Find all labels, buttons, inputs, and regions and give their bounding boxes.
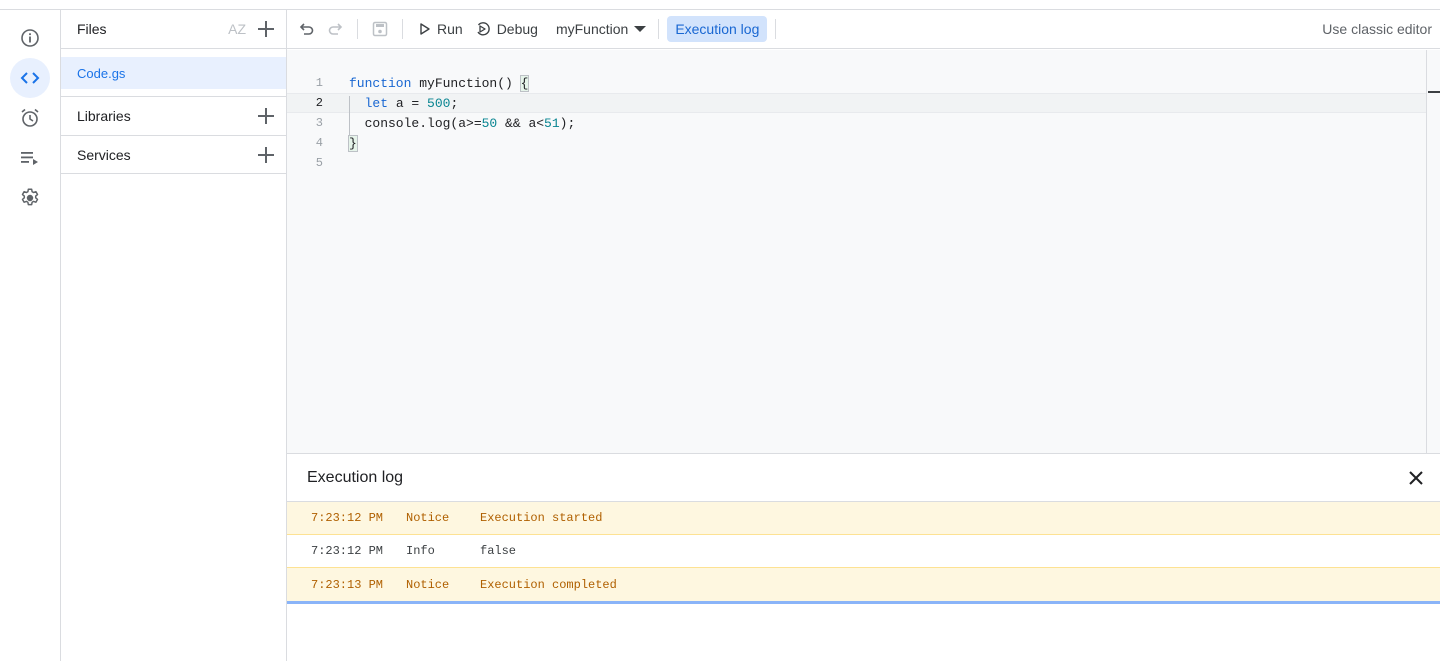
toolbar-divider: [402, 19, 403, 39]
undo-button[interactable]: [295, 17, 319, 41]
run-button[interactable]: Run: [413, 15, 469, 43]
log-row: 7:23:12 PM Info false: [287, 535, 1440, 568]
log-time: 7:23:12 PM: [311, 511, 384, 525]
function-select[interactable]: myFunction: [550, 15, 652, 43]
close-log-button[interactable]: [1406, 468, 1426, 488]
add-service-button[interactable]: [256, 145, 276, 165]
log-progress-bar: [287, 601, 1440, 604]
dropdown-arrow-icon: [634, 26, 647, 32]
code-line: 4 }: [287, 133, 1426, 153]
log-time: 7:23:12 PM: [311, 544, 384, 558]
function-select-value: myFunction: [555, 21, 629, 37]
libraries-label: Libraries: [77, 108, 131, 124]
code-text: function myFunction() {: [349, 74, 530, 92]
log-level: Notice: [406, 577, 450, 592]
debug-icon: [477, 22, 490, 36]
log-message: Execution completed: [480, 577, 617, 592]
add-library-button[interactable]: [256, 106, 276, 126]
line-number: 5: [315, 156, 323, 170]
file-item-code-gs[interactable]: Code.gs: [61, 57, 286, 89]
debug-label: Debug: [496, 21, 538, 37]
code-line: 5: [287, 153, 1426, 173]
execution-log-panel: Execution log 7:23:12 PM Notice Executio…: [287, 453, 1440, 661]
files-header: Files AZ: [61, 10, 286, 49]
toolbar-divider: [357, 19, 358, 39]
toolbar-divider: [775, 19, 777, 39]
code-icon: [20, 72, 40, 84]
execution-log-toggle[interactable]: Execution log: [667, 16, 768, 42]
code-line: 3 console.log(a>=50 && a<51);: [287, 113, 1426, 133]
code-text: }: [348, 134, 358, 152]
code-line-current: 2 let a = 500;: [287, 93, 1426, 113]
rail-settings-button[interactable]: [10, 178, 50, 218]
code-editor[interactable]: 1 function myFunction() { 2 let a = 500;…: [287, 50, 1426, 453]
files-panel: Files AZ Code.gs Libraries Services: [61, 10, 287, 661]
files-title: Files: [77, 21, 107, 37]
play-icon: [420, 23, 430, 35]
code-line: 1 function myFunction() {: [287, 73, 1426, 93]
alarm-clock-icon: [21, 108, 39, 127]
close-icon: [1409, 471, 1423, 485]
undo-icon: [299, 23, 314, 35]
code-text: console.log(a>=50 && a<51);: [349, 115, 576, 131]
line-number: 1: [315, 76, 323, 90]
section-services: Services: [61, 135, 286, 174]
log-row: 7:23:13 PM Notice Execution completed: [287, 568, 1440, 601]
line-number: 4: [315, 136, 323, 150]
rail-executions-button[interactable]: [10, 138, 50, 178]
add-file-button[interactable]: [256, 19, 276, 39]
cursor-marker: [1428, 91, 1440, 93]
save-icon: [372, 21, 388, 37]
rail-editor-button[interactable]: [10, 58, 50, 98]
services-label: Services: [77, 146, 131, 163]
execution-log-title: Execution log: [307, 468, 404, 486]
top-bar: [0, 0, 1440, 10]
log-time: 7:23:13 PM: [311, 577, 384, 592]
code-text: let a = 500;: [364, 95, 459, 111]
run-label: Run: [437, 21, 463, 37]
info-icon: [21, 29, 39, 47]
rail-triggers-button[interactable]: [10, 98, 50, 138]
execution-log-header: Execution log: [287, 454, 1440, 502]
section-libraries: Libraries: [61, 96, 286, 135]
log-level: Notice: [406, 511, 450, 525]
log-message: Execution started: [480, 511, 603, 525]
rail-overview-button[interactable]: [10, 18, 50, 58]
editor-toolbar: Run Debug myFunction Execution log Use c…: [287, 10, 1440, 49]
editor-scrollbar[interactable]: [1426, 50, 1440, 453]
indent-guide: [349, 96, 350, 136]
log-level: Info: [406, 544, 435, 558]
redo-icon: [328, 23, 343, 35]
save-button[interactable]: [368, 17, 392, 41]
line-number: 2: [315, 96, 323, 110]
use-classic-editor-link[interactable]: Use classic editor: [1322, 21, 1432, 37]
playlist-play-icon: [21, 152, 38, 165]
toolbar-divider: [658, 19, 660, 39]
log-row: 7:23:12 PM Notice Execution started: [287, 502, 1440, 535]
line-number: 3: [315, 116, 323, 130]
nav-rail: [0, 10, 61, 661]
debug-button[interactable]: Debug: [469, 15, 544, 43]
log-message: false: [480, 544, 517, 558]
sort-az-icon[interactable]: AZ: [228, 21, 246, 37]
gear-icon: [21, 188, 39, 206]
redo-button[interactable]: [323, 17, 347, 41]
